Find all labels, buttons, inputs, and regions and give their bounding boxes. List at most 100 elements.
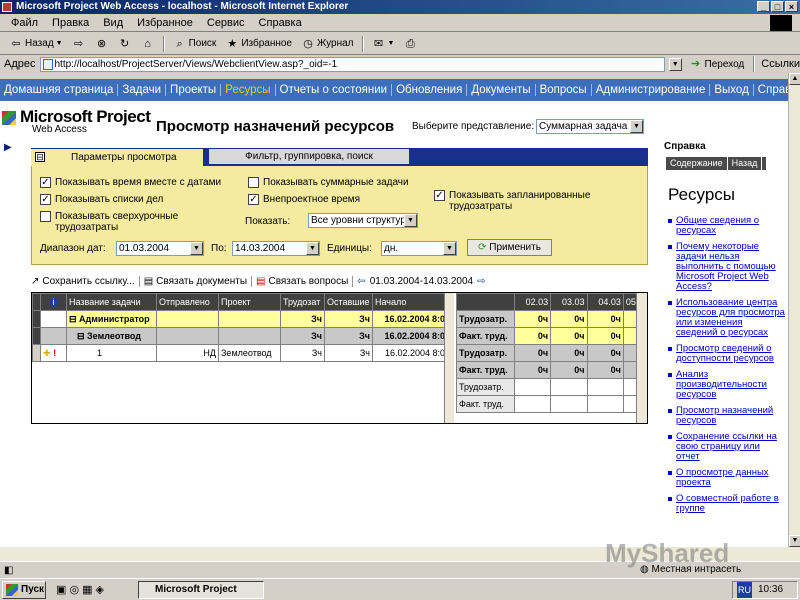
stop-button[interactable]: ⊗	[92, 36, 112, 52]
col-date: 02.03	[513, 293, 552, 311]
top-navigation: Домашняя страница Задачи Проекты Ресурсы…	[0, 79, 800, 101]
col-task-name[interactable]: Название задачи	[66, 293, 157, 311]
journal-button[interactable]: ◷ Журнал	[298, 36, 357, 52]
refresh-button[interactable]: ↻	[115, 36, 135, 52]
print-icon: ⎙	[406, 37, 415, 50]
date-from-input[interactable]: 01.03.2004 ▼	[116, 241, 204, 256]
col-start[interactable]: Начало	[372, 293, 453, 311]
help-link[interactable]: Почему некоторые задачи нельзя выполнить…	[668, 242, 786, 292]
close-button[interactable]: ×	[785, 1, 798, 12]
checkbox-box[interactable]	[248, 177, 259, 188]
col-project[interactable]: Проект	[218, 293, 281, 311]
nav-updates[interactable]: Обновления	[392, 84, 468, 96]
units-select[interactable]: дн. ▼	[381, 241, 457, 256]
view-select[interactable]: Суммарная задача ▼	[536, 119, 644, 134]
nav-projects[interactable]: Проекты	[166, 84, 222, 96]
next-period-icon[interactable]: ⇨	[477, 276, 485, 287]
help-link[interactable]: Анализ производительности ресурсов	[668, 370, 786, 400]
checkbox-box[interactable]	[40, 211, 51, 222]
nav-home[interactable]: Домашняя страница	[0, 84, 119, 96]
stop-icon: ⊗	[96, 37, 107, 50]
collapse-box-icon[interactable]: ⊟	[35, 152, 45, 162]
help-link[interactable]: Просмотр назначений ресурсов	[668, 406, 786, 426]
go-button[interactable]: ➔ Переход	[686, 56, 748, 72]
nav-status-reports[interactable]: Отчеты о состоянии	[276, 84, 393, 96]
maximize-button[interactable]: □	[771, 1, 784, 12]
checkbox-show-time[interactable]: ✓ Показывать время вместе с датами	[40, 177, 221, 188]
checkbox-box[interactable]: ✓	[40, 194, 51, 205]
date-to-input[interactable]: 14.03.2004 ▼	[232, 241, 320, 256]
checkbox-box[interactable]: ✓	[40, 177, 51, 188]
back-label: Назад	[25, 38, 54, 49]
start-button[interactable]: Пуск	[2, 580, 46, 599]
menu-file[interactable]: Файл	[4, 17, 45, 29]
prev-period-icon[interactable]: ⇦	[357, 276, 365, 287]
help-tab-back[interactable]: Назад	[728, 157, 763, 170]
help-link[interactable]: О просмотре данных проекта	[668, 468, 786, 488]
language-indicator[interactable]: RU	[737, 582, 752, 598]
date-range: 01.03.2004-14.03.2004	[369, 275, 474, 287]
show-select[interactable]: Все уровни структуры ▼	[308, 213, 418, 228]
help-link[interactable]: Сохранение ссылки на свою страницу или о…	[668, 432, 786, 462]
scroll-down-icon[interactable]: ▼	[789, 535, 800, 547]
nav-admin[interactable]: Администрирование	[592, 84, 711, 96]
link-issues-button[interactable]: ▤ Связать вопросы	[256, 275, 354, 287]
save-link-button[interactable]: ↗ Сохранить ссылку...	[31, 275, 140, 287]
show-label: Показать:	[245, 216, 291, 227]
scroll-up-icon[interactable]: ▲	[789, 73, 800, 85]
favorites-button[interactable]: ★ Избранное	[222, 36, 295, 52]
help-tab-contents[interactable]: Содержание	[666, 157, 728, 170]
mail-button[interactable]: ✉ ▼	[369, 36, 398, 52]
nav-resources[interactable]: Ресурсы	[221, 84, 276, 96]
apply-icon: ⟳	[478, 242, 487, 253]
nav-tasks[interactable]: Задачи	[118, 84, 167, 96]
col-sent[interactable]: Отправлено	[156, 293, 219, 311]
apply-button[interactable]: ⟳ Применить	[467, 239, 552, 256]
go-label: Переход	[704, 58, 745, 70]
checkbox-show-todo[interactable]: ✓ Показывать списки дел	[40, 194, 163, 205]
minimize-button[interactable]: _	[757, 1, 770, 12]
help-link[interactable]: О совместной работе в группе	[668, 494, 786, 514]
checkbox-show-overtime[interactable]: Показывать сверхурочные трудозатраты	[40, 211, 200, 233]
link-docs-button[interactable]: ▤ Связать документы	[144, 275, 253, 287]
page-scrollbar[interactable]: ▲ ▼	[788, 73, 800, 547]
tab-filter[interactable]: Фильтр, группировка, поиск	[209, 149, 409, 164]
checkbox-box[interactable]: ✓	[248, 194, 259, 205]
forward-button[interactable]: ⇨	[69, 36, 89, 52]
right-scrollbar[interactable]	[636, 293, 647, 423]
home-button[interactable]: ⌂	[138, 36, 158, 52]
menu-favorites[interactable]: Избранное	[130, 17, 200, 29]
address-dropdown[interactable]: ▼	[668, 57, 682, 71]
address-input[interactable]: http://localhost/ProjectServer/Views/Web…	[39, 56, 665, 72]
journal-label: Журнал	[317, 38, 354, 49]
col-remaining[interactable]: Оставшие	[324, 293, 373, 311]
help-link[interactable]: Просмотр сведений о доступности ресурсов	[668, 344, 786, 364]
taskbar-ie-window[interactable]: Microsoft Project Web...	[138, 581, 264, 599]
checkbox-nonproject-time[interactable]: ✓ Внепроектное время	[248, 194, 360, 205]
back-arrow-icon: ⇦	[11, 37, 21, 50]
print-button[interactable]: ⎙	[400, 36, 420, 52]
tab-view-options[interactable]: ⊟ Параметры просмотра	[31, 149, 203, 166]
table-row: Трудозатр.	[456, 378, 647, 396]
links-label[interactable]: Ссылки	[761, 58, 800, 70]
col-work[interactable]: Трудозат	[280, 293, 325, 311]
search-button[interactable]: ⌕ Поиск	[170, 36, 220, 52]
help-link[interactable]: Общие сведения о ресурсах	[668, 216, 786, 236]
search-icon: ⌕	[176, 37, 183, 50]
help-link[interactable]: Использование центра ресурсов для просмо…	[668, 298, 786, 338]
quicklaunch-icons[interactable]: ▣ ◎ ▦ ◈	[56, 583, 104, 596]
collapse-arrow-icon[interactable]: ▶	[4, 143, 14, 153]
menu-edit[interactable]: Правка	[45, 17, 96, 29]
menu-help[interactable]: Справка	[252, 17, 309, 29]
menu-tools[interactable]: Сервис	[200, 17, 252, 29]
menu-view[interactable]: Вид	[96, 17, 130, 29]
nav-issues[interactable]: Вопросы	[536, 84, 592, 96]
help-heading: Справка	[664, 141, 706, 152]
nav-logout[interactable]: Выход	[710, 84, 754, 96]
nav-documents[interactable]: Документы	[467, 84, 536, 96]
left-scrollbar[interactable]	[444, 293, 454, 423]
checkbox-planned-work[interactable]: ✓ Показывать запланированные трудозатраты	[434, 190, 604, 212]
checkbox-box[interactable]: ✓	[434, 190, 445, 201]
checkbox-show-summary[interactable]: Показывать суммарные задачи	[248, 177, 409, 188]
back-button[interactable]: ⇦ Назад ▼	[6, 36, 66, 52]
